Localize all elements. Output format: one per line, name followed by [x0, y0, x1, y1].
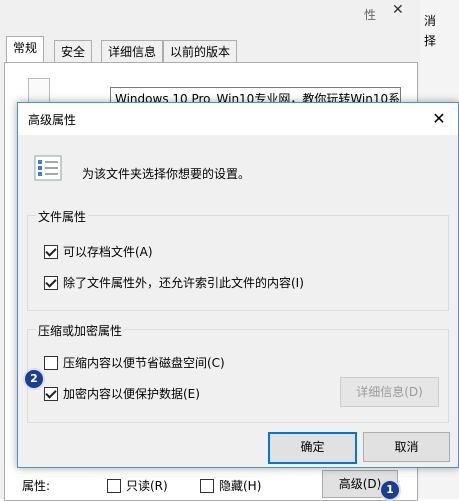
- encrypt-checkbox[interactable]: 加密内容以便保护数据(E): [44, 385, 200, 402]
- cancel-button[interactable]: 取消: [363, 432, 450, 462]
- file-attributes-label: 文件属性: [36, 208, 89, 225]
- checkbox-icon[interactable]: [107, 478, 121, 493]
- dialog-titlebar: 高级属性 ✕: [18, 103, 458, 135]
- step-marker-2: 2: [23, 368, 45, 390]
- archive-label: 可以存档文件(A): [63, 245, 153, 259]
- attributes-label: 属性:: [22, 479, 51, 493]
- readonly-label: 只读(R): [126, 479, 168, 493]
- tab-previous-versions[interactable]: 以前的版本: [163, 40, 238, 63]
- compress-checkbox[interactable]: 压缩内容以便节省磁盘空间(C): [44, 354, 225, 371]
- compress-label: 压缩内容以便节省磁盘空间(C): [63, 356, 225, 370]
- hidden-label: 隐藏(H): [219, 479, 262, 493]
- close-icon[interactable]: ✕: [426, 107, 452, 131]
- file-icon: [28, 78, 50, 104]
- right-edge-text-2: 择: [424, 34, 437, 48]
- index-checkbox[interactable]: 除了文件属性外，还允许索引此文件的内容(I): [44, 274, 304, 291]
- checkbox-icon[interactable]: [200, 478, 214, 493]
- step-marker-1: 1: [379, 479, 401, 501]
- index-label: 除了文件属性外，还允许索引此文件的内容(I): [63, 276, 304, 290]
- checkbox-icon[interactable]: [44, 386, 58, 401]
- archive-checkbox[interactable]: 可以存档文件(A): [44, 243, 153, 260]
- right-edge-text-1: 消: [424, 14, 437, 28]
- tab-security[interactable]: 安全: [54, 40, 93, 63]
- window-title-fragment: 性: [364, 8, 377, 22]
- compress-encrypt-group: [27, 329, 449, 423]
- tab-general[interactable]: 常规: [6, 36, 45, 64]
- checkbox-icon[interactable]: [44, 355, 58, 370]
- checkbox-icon[interactable]: [44, 275, 58, 290]
- advanced-attributes-dialog: 高级属性 ✕ 为该文件夹选择你想要的设置。 文件属性 可以存档文件(A) 除了文…: [17, 102, 459, 468]
- file-attributes-group: [27, 215, 449, 311]
- checkbox-icon[interactable]: [44, 244, 58, 259]
- dialog-title: 高级属性: [28, 113, 77, 127]
- dialog-description: 为该文件夹选择你想要的设置。: [82, 167, 251, 181]
- compress-encrypt-label: 压缩或加密属性: [36, 322, 125, 339]
- window-close-icon[interactable]: ✕: [392, 2, 404, 18]
- readonly-checkbox[interactable]: 只读(R): [107, 477, 168, 494]
- encrypt-label: 加密内容以便保护数据(E): [63, 387, 200, 401]
- folder-settings-icon: [34, 155, 62, 181]
- ok-button[interactable]: 确定: [268, 432, 357, 464]
- details-button[interactable]: 详细信息(D): [340, 377, 439, 407]
- hidden-checkbox[interactable]: 隐藏(H): [200, 477, 261, 494]
- tab-details[interactable]: 详细信息: [101, 40, 164, 63]
